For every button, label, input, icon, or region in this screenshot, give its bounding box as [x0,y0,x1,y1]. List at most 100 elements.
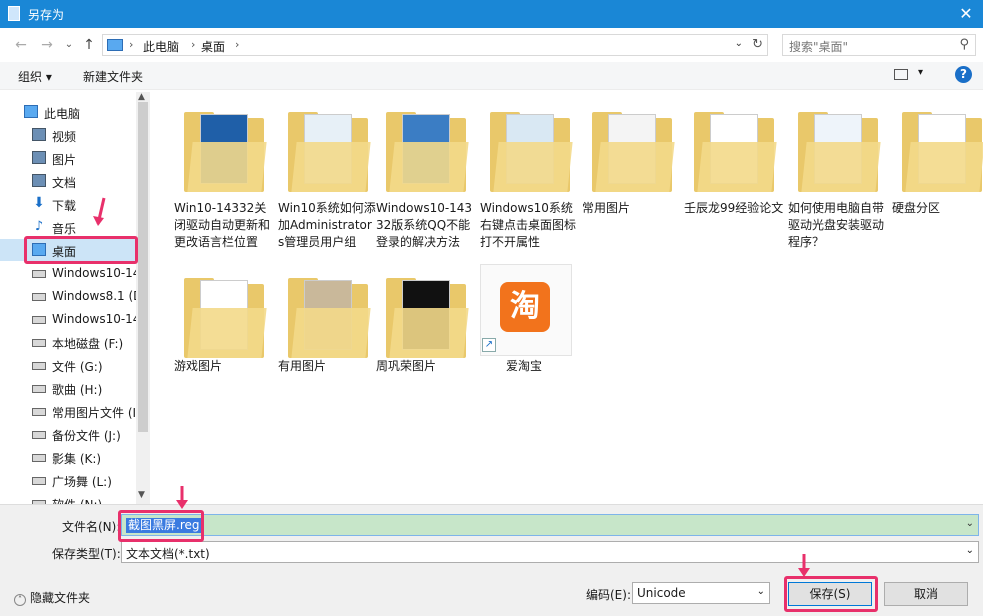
window-title: 另存为 [28,8,65,22]
filetype-select[interactable]: 文本文档(*.txt) ⌄ [121,541,979,563]
folder-icon [592,112,675,192]
help-icon[interactable]: ? [955,66,972,83]
sidebar-item-drive-l[interactable]: 广场舞 (L:) [0,469,136,491]
folder-icon [386,278,469,358]
filename-dropdown-icon[interactable]: ⌄ [966,518,974,529]
breadcrumb-desktop[interactable]: 桌面 [201,38,225,55]
view-options-icon[interactable] [894,69,908,80]
folder-item[interactable]: 如何使用电脑自带驱动光盘安装驱动程序？ [788,102,888,252]
refresh-icon[interactable]: ↻ [752,37,763,52]
folder-item[interactable]: 壬辰龙99经验论文 [684,102,784,252]
sidebar-item-drive-g[interactable]: 文件 (G:) [0,354,136,376]
title-bar: 另存为 ✕ [0,0,983,28]
sidebar-item-desktop[interactable]: 桌面 [0,239,136,261]
filename-field[interactable]: 截图黑屏.reg ⌄ [121,514,979,536]
folder-name: 有用图片 [278,359,327,373]
up-folder-button[interactable]: ↑ [80,36,98,54]
folder-item[interactable]: 周巩荣图片 [376,268,476,418]
documents-folder-icon [32,174,46,187]
folder-item[interactable]: 有用图片 [278,268,378,418]
breadcrumb-separator[interactable]: › [235,38,239,51]
sidebar-item-label: 音乐 [52,222,77,236]
filename-label: 文件名(N): [62,520,121,534]
sidebar-item-this-pc[interactable]: 此电脑 [0,101,136,123]
close-button[interactable]: ✕ [949,0,983,28]
new-folder-button[interactable]: 新建文件夹 [83,68,143,85]
sidebar-item-drive-j[interactable]: 备份文件 (J:) [0,423,136,445]
folder-icon [694,112,777,192]
sidebar-item-drive-f[interactable]: 本地磁盘 (F:) [0,331,136,353]
drive-icon [32,362,46,370]
filetype-value: 文本文档(*.txt) [126,547,210,561]
sidebar-item-label: 软件 (N:) [52,496,102,504]
sidebar-item-drive-d[interactable]: Windows8.1 (D [0,285,142,307]
folder-icon [798,112,881,192]
search-icon[interactable]: ⚲ [959,37,969,52]
sidebar-scrollbar[interactable]: ▲ ▼ [136,92,150,504]
search-input[interactable]: 搜索"桌面" [789,38,848,55]
scrollbar-thumb[interactable] [138,102,148,432]
shortcut-name: 爱淘宝 [506,359,543,373]
view-dropdown-icon[interactable]: ▾ [918,67,923,78]
sidebar-item-drive-h[interactable]: 歌曲 (H:) [0,377,136,399]
filename-input[interactable]: 截图黑屏.reg [126,518,202,533]
breadcrumb-separator[interactable]: › [191,38,195,51]
drive-icon [32,408,46,416]
hide-folders-toggle[interactable]: ˄ 隐藏文件夹 [14,589,90,606]
folder-item[interactable]: Win10系统如何添加Administrators管理员用户组 [278,102,378,252]
drive-icon [32,431,46,439]
organize-menu[interactable]: 组织 ▾ [18,68,52,85]
annotation-arrow-icon [176,486,188,509]
folder-item[interactable]: Windows10-14332版系统QQ不能登录的解决方法 [376,102,476,252]
folder-name: Windows10-14332版系统QQ不能登录的解决方法 [376,201,473,249]
scroll-down-icon[interactable]: ▼ [138,490,145,500]
music-icon: ♪ [34,219,44,234]
pc-icon [24,105,38,118]
folder-icon [288,112,371,192]
folder-item[interactable]: 常用图片 [582,102,682,252]
sidebar-item-drive-e[interactable]: Windows10-14 [0,308,140,330]
shortcut-item[interactable]: 淘 ↗ 爱淘宝 [480,264,580,414]
shortcut-arrow-icon: ↗ [482,338,496,352]
breadcrumb-this-pc[interactable]: 此电脑 [143,38,179,55]
file-list: Win10-14332关闭驱动自动更新和更改语言栏位置 Win10系统如何添加A… [152,92,983,504]
sidebar-item-label: 此电脑 [44,107,81,121]
sidebar-item-label: 广场舞 (L:) [52,475,112,489]
folder-name: 周巩荣图片 [376,359,437,373]
folder-name: Windows10系统右键点击桌面图标打不开属性 [480,201,577,249]
sidebar-item-drive-n[interactable]: 软件 (N:) [0,492,136,504]
encoding-dropdown-icon[interactable]: ⌄ [757,586,765,597]
folder-item[interactable]: 硬盘分区 [892,102,983,252]
sidebar-item-drive-c[interactable]: Windows10-14 [0,262,140,284]
encoding-select[interactable]: Unicode ⌄ [632,582,770,604]
search-box[interactable]: 搜索"桌面" ⚲ [782,34,976,56]
sidebar-item-drive-i[interactable]: 常用图片文件 (I: [0,400,140,422]
sidebar-item-music[interactable]: ♪ 音乐 [0,216,136,238]
taobao-logo-icon: 淘 [500,282,550,332]
recent-locations-button[interactable]: ⌄ [60,36,78,54]
save-button[interactable]: 保存(S) [788,582,872,606]
folder-name: 如何使用电脑自带驱动光盘安装驱动程序？ [788,201,885,249]
sidebar-item-pictures[interactable]: 图片 [0,147,136,169]
drive-icon [32,385,46,393]
address-dropdown-icon[interactable]: ⌄ [735,38,743,49]
sidebar-item-drive-k[interactable]: 影集 (K:) [0,446,136,468]
address-bar[interactable]: › 此电脑 › 桌面 › ⌄ ↻ [102,34,768,56]
folder-item[interactable]: Win10-14332关闭驱动自动更新和更改语言栏位置 [174,102,274,252]
back-button[interactable]: ← [12,36,30,54]
download-icon: ⬇ [33,195,45,211]
forward-button[interactable]: → [38,36,56,54]
filetype-dropdown-icon[interactable]: ⌄ [966,545,974,556]
folder-icon [490,112,573,192]
folder-item[interactable]: 游戏图片 [174,268,274,418]
sidebar-item-videos[interactable]: 视频 [0,124,136,146]
folder-item[interactable]: Windows10系统右键点击桌面图标打不开属性 [480,102,580,252]
sidebar-item-label: 备份文件 (J:) [52,429,121,443]
sidebar-item-documents[interactable]: 文档 [0,170,136,192]
filetype-label: 保存类型(T): [52,547,121,561]
drive-icon [32,270,46,278]
sidebar-item-downloads[interactable]: ⬇ 下载 [0,193,136,215]
breadcrumb-separator[interactable]: › [129,38,133,51]
cancel-button[interactable]: 取消 [884,582,968,606]
scroll-up-icon[interactable]: ▲ [138,92,145,102]
